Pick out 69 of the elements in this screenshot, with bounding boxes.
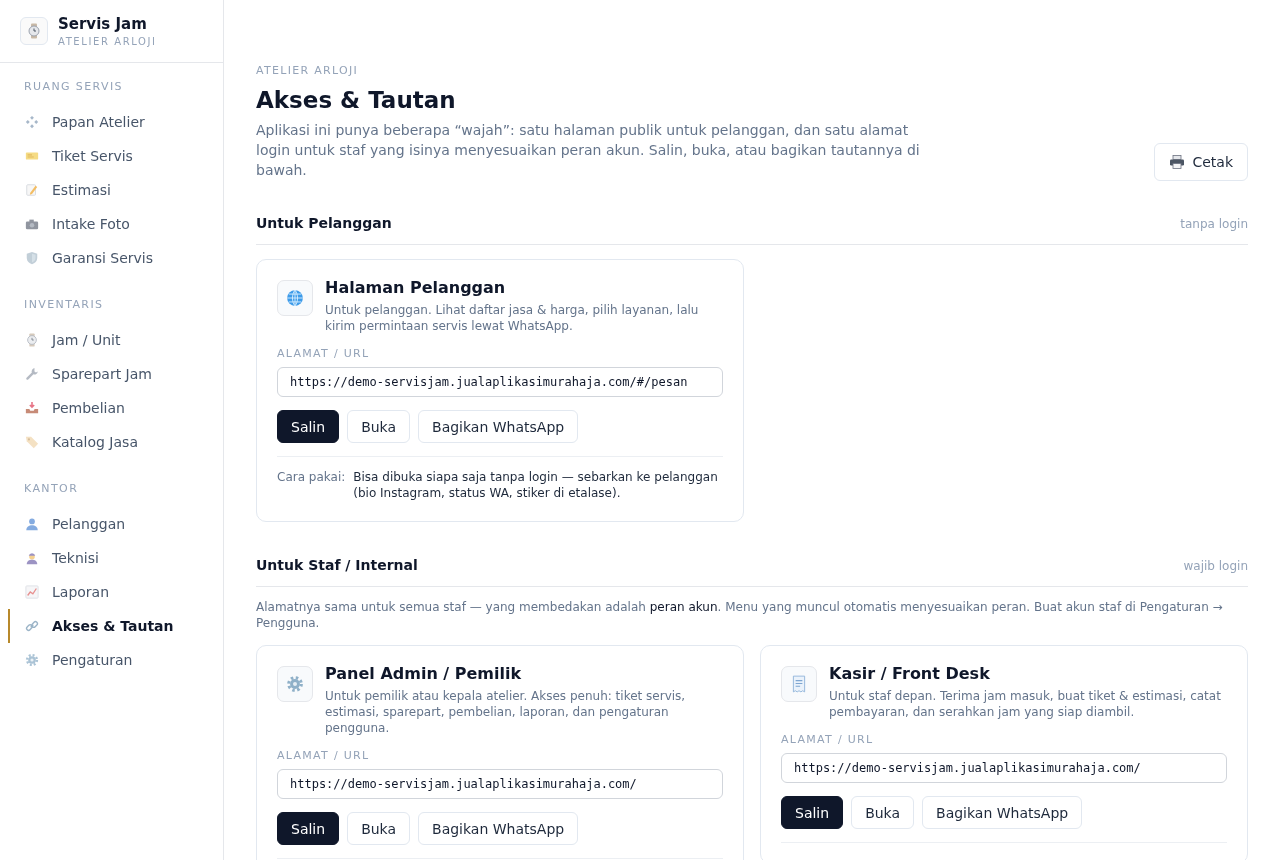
page-title: Akses & Tautan — [256, 86, 457, 115]
sidebar-item[interactable]: Pembelian — [8, 391, 215, 425]
open-button[interactable]: Buka — [347, 812, 411, 845]
sidebar-item[interactable]: Akses & Tautan — [8, 609, 215, 643]
copy-button[interactable]: Salin — [781, 796, 844, 829]
usage-label: Cara pakai: — [277, 469, 346, 486]
card-title: Panel Admin / Pemilik — [325, 663, 523, 685]
field-label: ALAMAT / URL — [277, 347, 371, 361]
open-button[interactable]: Buka — [851, 796, 915, 829]
watch-icon — [20, 17, 48, 45]
section-label: INVENTARIS — [23, 298, 105, 312]
url-field[interactable]: https://demo-servisjam.jualaplikasimurahaja.com/#/pesan — [277, 367, 723, 397]
sidebar-item[interactable]: Katalog Jasa — [8, 425, 215, 459]
gear-icon — [277, 666, 313, 702]
section-note: Alamatnya sama untuk semua staf — yang membedakan adalah peran akun. Menu yang muncul otomatis menyesuaikan peran. Buat akun staf di Pengaturan → Pengguna. — [256, 599, 1224, 631]
sidebar-item[interactable]: Estimasi — [8, 173, 215, 207]
app-title: Servis Jam — [58, 14, 148, 34]
section-label: RUANG SERVIS — [23, 80, 124, 94]
page-eyebrow: ATELIER ARLOJI — [256, 64, 360, 78]
watch-icon — [25, 333, 39, 347]
card-description: Untuk pelanggan. Lihat daftar jasa & harga, pilih layanan, lalu kirim permintaan servis lewat WhatsApp. — [325, 302, 700, 334]
link-icon — [25, 619, 39, 633]
page-description: Aplikasi ini punya beberapa “wajah”: satu halaman publik untuk pelanggan, dan satu alamat login untuk staf yang isinya menyesuaikan peran akun. Salin, buka, atau bagikan tautannya di bawah. — [256, 121, 921, 180]
sidebar-item[interactable]: Garansi Servis — [8, 241, 215, 275]
tag-icon — [25, 435, 39, 449]
sidebar-item[interactable]: Intake Foto — [8, 207, 215, 241]
printer-icon — [1169, 154, 1186, 170]
sidebar-item[interactable]: Tiket Servis — [8, 139, 215, 173]
section-title: Untuk Staf / Internal — [256, 556, 418, 575]
share-whatsapp-button[interactable]: Bagikan WhatsApp — [922, 796, 1083, 829]
copy-button[interactable]: Salin — [277, 410, 340, 443]
sidebar-item[interactable]: Laporan — [8, 575, 215, 609]
share-whatsapp-button[interactable]: Bagikan WhatsApp — [418, 812, 579, 845]
gear-icon — [25, 653, 39, 667]
sidebar-item[interactable]: Pengaturan — [8, 643, 215, 677]
diamond-icon — [25, 115, 39, 129]
sidebar-item[interactable]: Papan Atelier — [8, 105, 215, 139]
share-whatsapp-button[interactable]: Bagikan WhatsApp — [418, 410, 579, 443]
notepad-icon — [25, 183, 39, 197]
app-subtitle: ATELIER ARLOJI — [58, 34, 157, 48]
sidebar-item[interactable]: Teknisi — [8, 541, 215, 575]
card-title: Halaman Pelanggan — [325, 277, 507, 299]
section-title: Untuk Pelanggan — [256, 214, 392, 233]
card-description: Untuk staf depan. Terima jam masuk, buat tiket & estimasi, catat pembayaran, dan serahkan jam yang siap diambil. — [829, 688, 1222, 720]
open-button[interactable]: Buka — [347, 410, 411, 443]
globe-icon — [277, 280, 313, 316]
field-label: ALAMAT / URL — [277, 749, 371, 763]
worker-icon — [25, 551, 39, 565]
card-description: Untuk pemilik atau kepala atelier. Akses penuh: tiket servis, estimasi, sparepart, pembelian, laporan, dan pengaturan pengguna. — [325, 688, 687, 736]
usage-text: Bisa dibuka siapa saja tanpa login — sebarkan ke pelanggan (bio Instagram, status WA, stiker di etalase). — [353, 469, 719, 501]
receipt-icon — [781, 666, 817, 702]
wrench-icon — [25, 367, 39, 381]
person-icon — [25, 517, 39, 531]
tray-icon — [25, 401, 39, 415]
section-label: KANTOR — [23, 482, 80, 496]
sidebar-item[interactable]: Pelanggan — [8, 507, 215, 541]
section-tag: wajib login — [1183, 559, 1248, 573]
camera-icon — [25, 217, 39, 231]
url-field[interactable]: https://demo-servisjam.jualaplikasimurahaja.com/ — [277, 769, 723, 799]
sidebar-item[interactable]: Sparepart Jam — [8, 357, 215, 391]
copy-button[interactable]: Salin — [277, 812, 340, 845]
card-title: Kasir / Front Desk — [829, 663, 991, 685]
print-button[interactable]: Cetak — [1154, 143, 1248, 181]
sidebar-item[interactable]: Jam / Unit — [8, 323, 215, 357]
section-tag: tanpa login — [1180, 217, 1248, 231]
field-label: ALAMAT / URL — [781, 733, 875, 747]
url-field[interactable]: https://demo-servisjam.jualaplikasimurahaja.com/ — [781, 753, 1227, 783]
shield-icon — [25, 251, 39, 265]
chart-icon — [25, 585, 39, 599]
